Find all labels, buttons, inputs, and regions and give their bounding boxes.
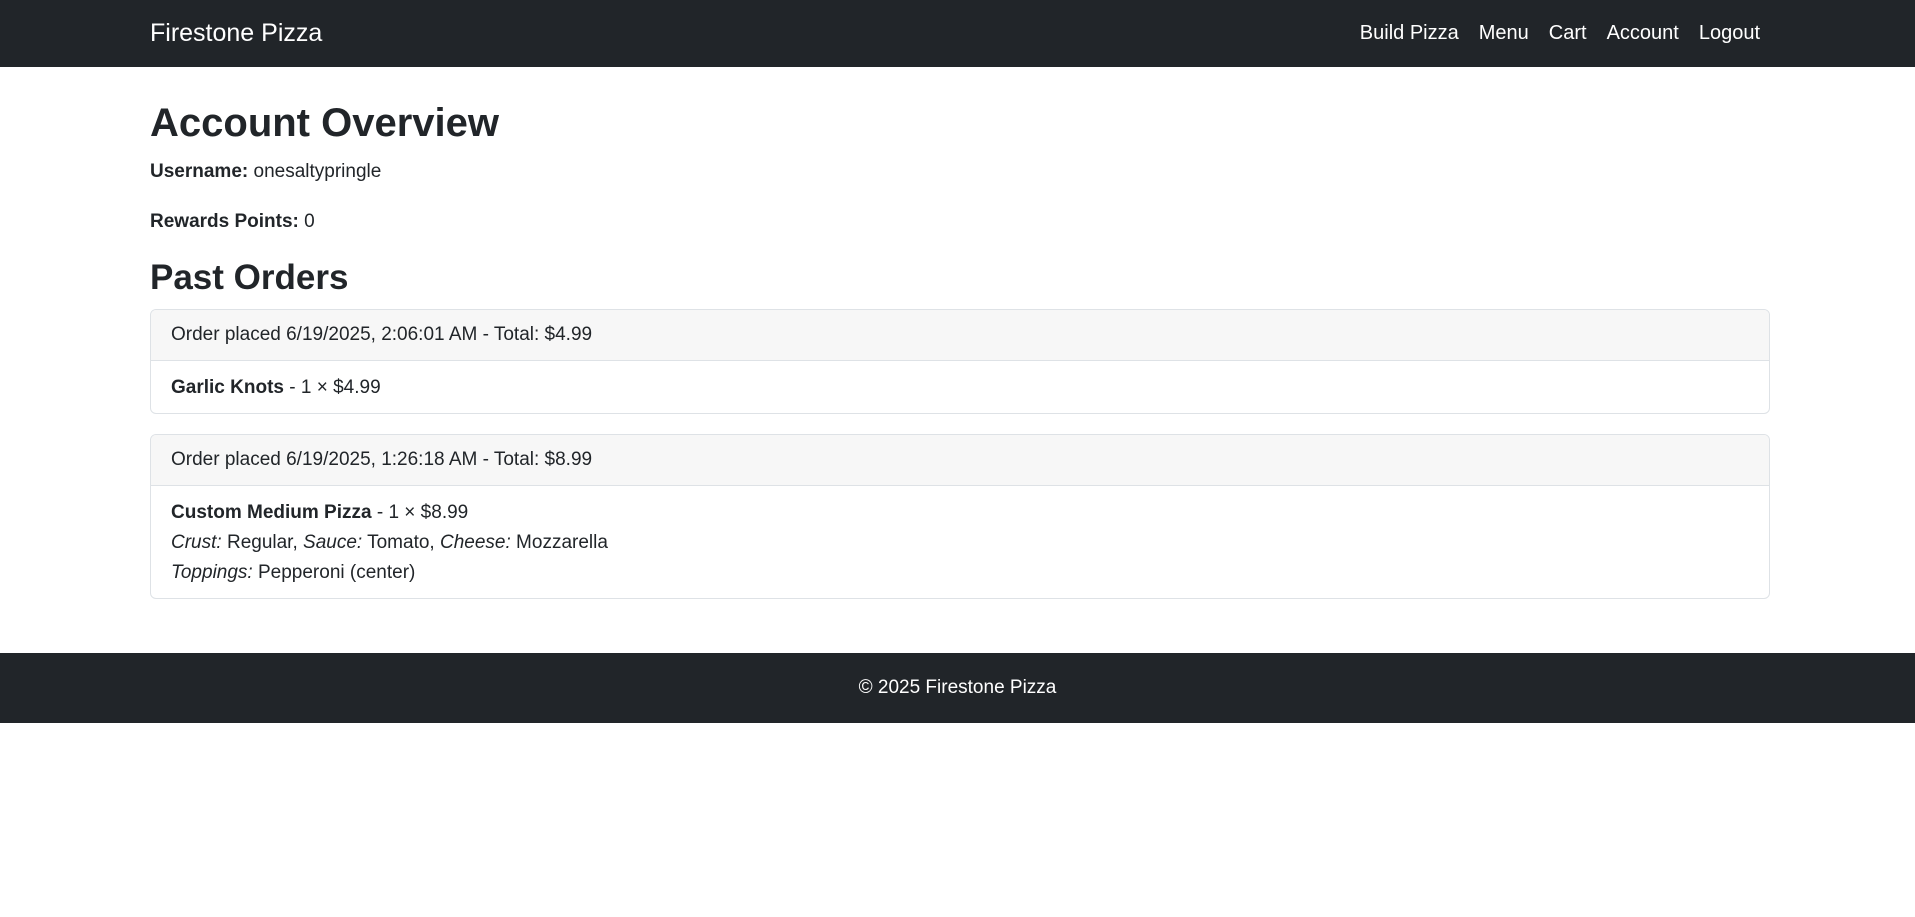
past-orders-title: Past Orders bbox=[150, 258, 349, 298]
rewards-value: 0 bbox=[304, 210, 315, 232]
order-body: Custom Medium Pizza - 1 × $8.99 Crust: R… bbox=[151, 486, 1769, 598]
nav-links: Build Pizza Menu Cart Account Logout bbox=[1340, 0, 1760, 67]
rewards-label: Rewards Points: bbox=[150, 210, 299, 232]
sauce-value: Tomato, bbox=[362, 532, 440, 554]
page-title: Account Overview bbox=[150, 101, 500, 145]
cheese-value: Mozzarella bbox=[510, 532, 608, 554]
username-label: Username: bbox=[150, 161, 249, 182]
order-card: Order placed 6/19/2025, 1:26:18 AM - Tot… bbox=[150, 434, 1770, 600]
order-item-qty: - 1 × $4.99 bbox=[283, 377, 381, 399]
username-field: Username: onesaltypringle bbox=[150, 159, 1770, 186]
order-header: Order placed 6/19/2025, 1:26:18 AM - Tot… bbox=[151, 435, 1769, 487]
order-item: Garlic Knots - 1 × $4.99 bbox=[171, 373, 1749, 403]
footer: © 2025 Firestone Pizza bbox=[0, 653, 1915, 723]
order-header: Order placed 6/19/2025, 2:06:01 AM - Tot… bbox=[151, 310, 1769, 362]
crust-value: Regular, bbox=[221, 532, 304, 554]
navbar: Firestone Pizza Build Pizza Menu Cart Ac… bbox=[0, 0, 1915, 67]
nav-build-pizza[interactable]: Build Pizza bbox=[1360, 22, 1459, 45]
nav-cart[interactable]: Cart bbox=[1549, 22, 1587, 45]
rewards-field: Rewards Points: 0 bbox=[150, 209, 1770, 236]
crust-label: Crust: bbox=[171, 532, 222, 554]
order-card: Order placed 6/19/2025, 2:06:01 AM - Tot… bbox=[150, 309, 1770, 415]
brand-link[interactable]: Firestone Pizza bbox=[150, 0, 322, 67]
nav-account[interactable]: Account bbox=[1607, 22, 1679, 45]
pizza-toppings: Toppings: Pepperoni (center) bbox=[171, 558, 1749, 588]
sauce-label: Sauce: bbox=[303, 532, 363, 554]
cheese-label: Cheese: bbox=[439, 532, 511, 554]
order-item-qty: - 1 × $8.99 bbox=[371, 502, 469, 524]
footer-copyright: © 2025 Firestone Pizza bbox=[858, 677, 1057, 698]
toppings-value: Pepperoni (center) bbox=[252, 562, 416, 584]
nav-menu[interactable]: Menu bbox=[1479, 22, 1529, 45]
username-value: onesaltypringle bbox=[253, 161, 382, 182]
order-item-name: Custom Medium Pizza bbox=[171, 502, 372, 524]
nav-logout[interactable]: Logout bbox=[1699, 22, 1760, 45]
pizza-options: Crust: Regular, Sauce: Tomato, Cheese: M… bbox=[171, 528, 1749, 558]
main-content: Account Overview Username: onesaltypring… bbox=[150, 67, 1770, 619]
order-item: Custom Medium Pizza - 1 × $8.99 bbox=[171, 498, 1749, 528]
order-body: Garlic Knots - 1 × $4.99 bbox=[151, 361, 1769, 413]
order-item-name: Garlic Knots bbox=[171, 377, 284, 399]
toppings-label: Toppings: bbox=[171, 562, 253, 584]
